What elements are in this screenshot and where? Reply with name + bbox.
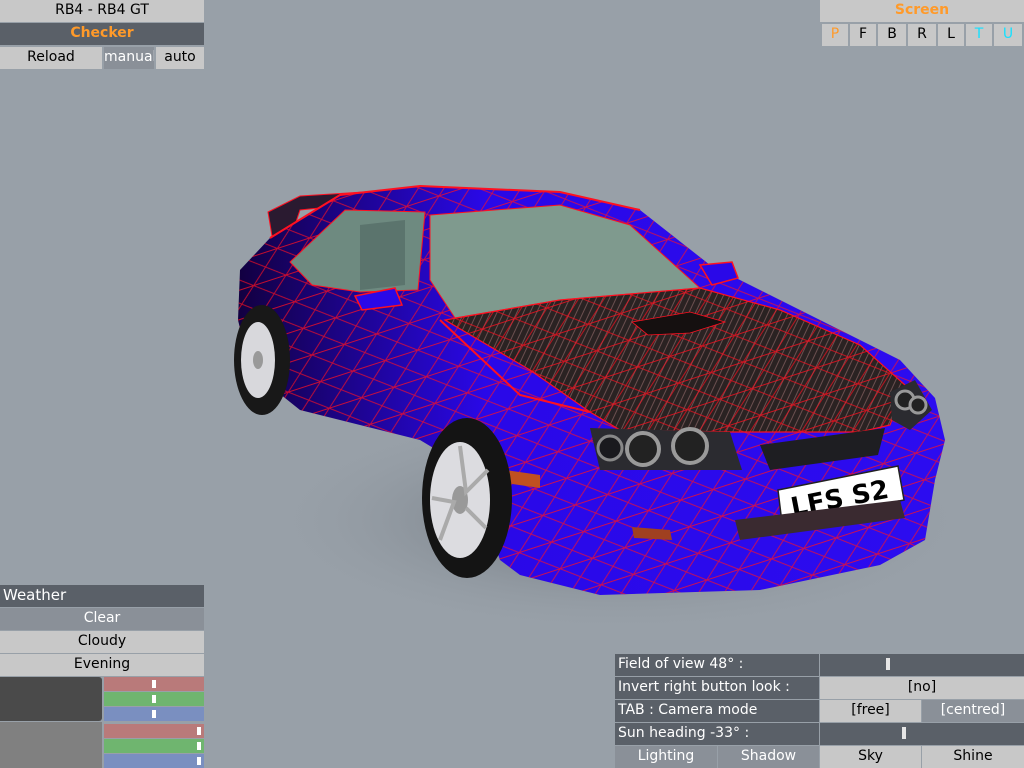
front-wheel xyxy=(422,418,512,578)
camera-mode-label: TAB : Camera mode xyxy=(615,700,819,722)
left-headlight xyxy=(590,427,742,470)
color-sliders xyxy=(0,677,204,768)
rear-wheel xyxy=(234,305,290,415)
invert-look-label: Invert right button look : xyxy=(615,677,819,699)
invert-look-toggle[interactable]: [no] xyxy=(820,677,1024,699)
sun-heading-slider-knob[interactable] xyxy=(902,727,906,739)
weather-evening-button[interactable]: Evening xyxy=(0,654,204,676)
view-button-u[interactable]: U xyxy=(994,24,1022,46)
weather-clear-button[interactable]: Clear xyxy=(0,608,204,630)
ambient-green-slider[interactable] xyxy=(104,692,204,706)
auto-button[interactable]: auto xyxy=(156,47,204,69)
fov-label: Field of view 48° : xyxy=(615,654,819,676)
car-name-label: RB4 - RB4 GT xyxy=(0,0,204,22)
sky-tab[interactable]: Sky xyxy=(820,746,921,768)
weather-cloudy-button[interactable]: Cloudy xyxy=(0,631,204,653)
fov-slider-knob[interactable] xyxy=(886,658,890,670)
sun-heading-label: Sun heading -33° : xyxy=(615,723,819,745)
sun-blue-slider[interactable] xyxy=(104,754,204,768)
view-button-b[interactable]: B xyxy=(878,24,906,46)
shine-tab[interactable]: Shine xyxy=(922,746,1024,768)
sun-red-slider[interactable] xyxy=(104,724,204,738)
sun-green-slider[interactable] xyxy=(104,739,204,753)
shadow-tab[interactable]: Shadow xyxy=(718,746,819,768)
manual-button[interactable]: manual xyxy=(104,47,154,69)
camera-mode-centred-button[interactable]: [centred] xyxy=(922,700,1024,722)
view-button-t[interactable]: T xyxy=(966,24,992,46)
camera-mode-free-button[interactable]: [free] xyxy=(820,700,921,722)
view-button-f[interactable]: F xyxy=(850,24,876,46)
weather-title: Weather xyxy=(0,585,204,607)
sun-heading-slider[interactable] xyxy=(820,723,1024,745)
view-button-p[interactable]: P xyxy=(822,24,848,46)
reload-button[interactable]: Reload xyxy=(0,47,102,69)
lighting-tab[interactable]: Lighting xyxy=(615,746,717,768)
fov-slider[interactable] xyxy=(820,654,1024,676)
ambient-blue-slider[interactable] xyxy=(104,707,204,721)
skin-selector-button[interactable]: Checker xyxy=(0,23,204,45)
screen-panel-title: Screen xyxy=(820,0,1024,22)
view-button-l[interactable]: L xyxy=(938,24,964,46)
ambient-red-slider[interactable] xyxy=(104,677,204,691)
view-button-r[interactable]: R xyxy=(908,24,936,46)
